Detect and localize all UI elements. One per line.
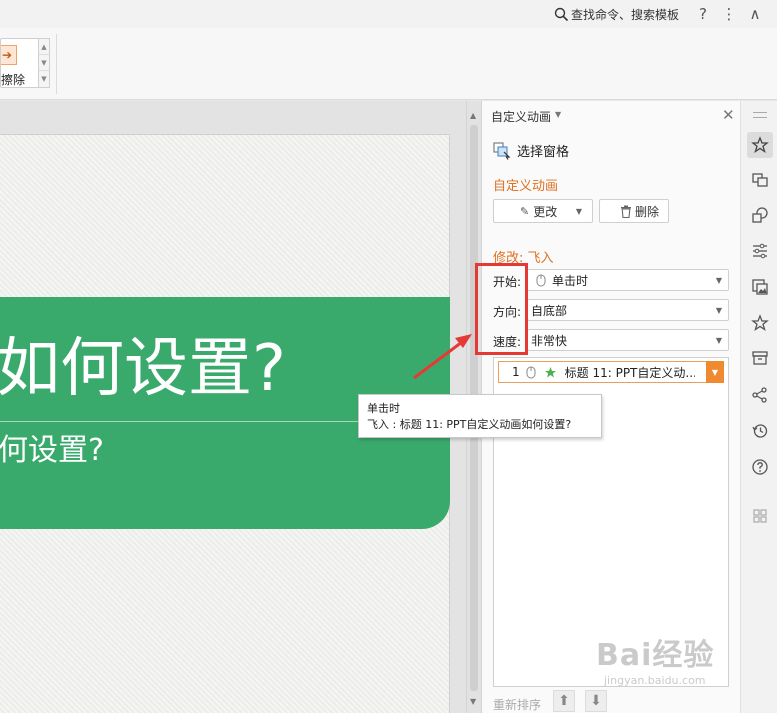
start-value: 单击时 (552, 273, 589, 288)
gallery-expand-icon[interactable]: ▼ (39, 71, 49, 87)
pane-title-dropdown-icon[interactable]: ▼ (555, 110, 561, 119)
section-custom-animation: 自定义动画 (493, 179, 559, 194)
chevron-down-icon: ▼ (715, 305, 722, 315)
gallery-down-icon[interactable]: ▼ (39, 55, 49, 71)
change-effect-button[interactable]: ✎ 更改 ▼ (493, 199, 593, 223)
tooltip-effect: 飞入 : 标题 11: PPT自定义动画如何设置? (367, 418, 572, 431)
list-item[interactable]: 1 标题 11: PPT自定义动... ▼ (498, 361, 724, 383)
selection-pane-icon (493, 142, 511, 160)
scroll-up-icon[interactable]: ▲ (470, 111, 476, 120)
slide-title[interactable]: 如何设置? (0, 317, 286, 409)
arrow-up-icon: ⬆ (558, 693, 570, 709)
delete-effect-button[interactable]: 删除 (599, 199, 669, 223)
pane-title[interactable]: 自定义动画 (491, 108, 551, 125)
speed-select[interactable]: 非常快 ▼ (527, 329, 729, 351)
move-down-button[interactable]: ⬇ (585, 690, 607, 712)
scroll-down-icon[interactable]: ▼ (470, 697, 476, 706)
chevron-down-icon[interactable]: ▼ (706, 361, 724, 383)
animation-star-icon[interactable] (747, 132, 773, 158)
more-options-icon[interactable]: ⋮ (720, 4, 738, 24)
entrance-effect-icon (544, 366, 556, 377)
ribbon: ➔ 擦除 ▲ ▼ ▼ (0, 28, 777, 100)
share-icon[interactable] (747, 382, 773, 408)
watermark-url: jingyan.baidu.com (604, 674, 706, 687)
history-icon[interactable] (747, 418, 773, 444)
chevron-down-icon: ▼ (715, 275, 722, 285)
close-icon[interactable]: ✕ (722, 106, 735, 124)
command-search[interactable]: 查找命令、搜索模板 (554, 4, 679, 24)
annotation-highlight-box (475, 263, 528, 355)
collapse-ribbon-icon[interactable]: ∧ (746, 4, 764, 24)
gallery-up-icon[interactable]: ▲ (39, 39, 49, 55)
animation-item-label: 标题 11: PPT自定义动... (564, 365, 695, 380)
watermark: Bai经验 jingyan.baidu.com (596, 630, 715, 687)
search-icon (554, 7, 569, 21)
gallery-scrollbar[interactable]: ▲ ▼ ▼ (38, 38, 50, 88)
speed-value: 非常快 (531, 333, 568, 348)
star-icon[interactable] (747, 310, 773, 336)
select-pane-link[interactable]: 选择窗格 (493, 141, 569, 160)
direction-select[interactable]: 自底部 ▼ (527, 299, 729, 321)
apps-icon[interactable] (747, 503, 773, 529)
right-sidebar (740, 101, 777, 713)
mouse-icon (526, 366, 536, 378)
animation-tooltip: 单击时 飞入 : 标题 11: PPT自定义动画如何设置? (358, 394, 602, 438)
change-label: 更改 (533, 204, 558, 219)
reorder-label: 重新排序 (493, 698, 542, 712)
animation-order: 1 (512, 365, 520, 379)
image-icon[interactable] (747, 274, 773, 300)
watermark-logo: Bai经验 (596, 638, 715, 673)
shapes-icon[interactable] (747, 202, 773, 228)
erase-label: 擦除 (1, 73, 26, 87)
direction-value: 自底部 (531, 303, 568, 318)
select-pane-label: 选择窗格 (517, 145, 570, 160)
title-bar: 查找命令、搜索模板 ? ⋮ ∧ (0, 0, 777, 28)
archive-icon[interactable] (747, 345, 773, 371)
chevron-down-icon: ▼ (715, 335, 722, 345)
start-select[interactable]: 单击时 ▼ (527, 269, 729, 291)
ribbon-divider (56, 34, 57, 94)
transition-icon[interactable] (747, 167, 773, 193)
command-search-label: 查找命令、搜索模板 (571, 7, 680, 22)
delete-label: 删除 (635, 204, 660, 219)
move-up-button[interactable]: ⬆ (553, 690, 575, 712)
erase-preview-icon: ➔ (1, 45, 17, 65)
tooltip-trigger: 单击时 (367, 402, 400, 415)
pencil-icon: ✎ (520, 204, 530, 218)
arrow-down-icon: ⬇ (590, 693, 602, 709)
erase-animation-button[interactable]: ➔ 擦除 (0, 38, 40, 88)
help-icon[interactable] (747, 454, 773, 480)
mouse-icon (536, 274, 546, 286)
sidebar-grip[interactable] (753, 112, 767, 118)
slide-subtitle[interactable]: 何设置? (0, 425, 104, 469)
properties-icon[interactable] (747, 238, 773, 264)
trash-icon (621, 205, 631, 218)
chevron-down-icon: ▼ (575, 206, 582, 216)
help-icon[interactable]: ? (694, 4, 712, 24)
